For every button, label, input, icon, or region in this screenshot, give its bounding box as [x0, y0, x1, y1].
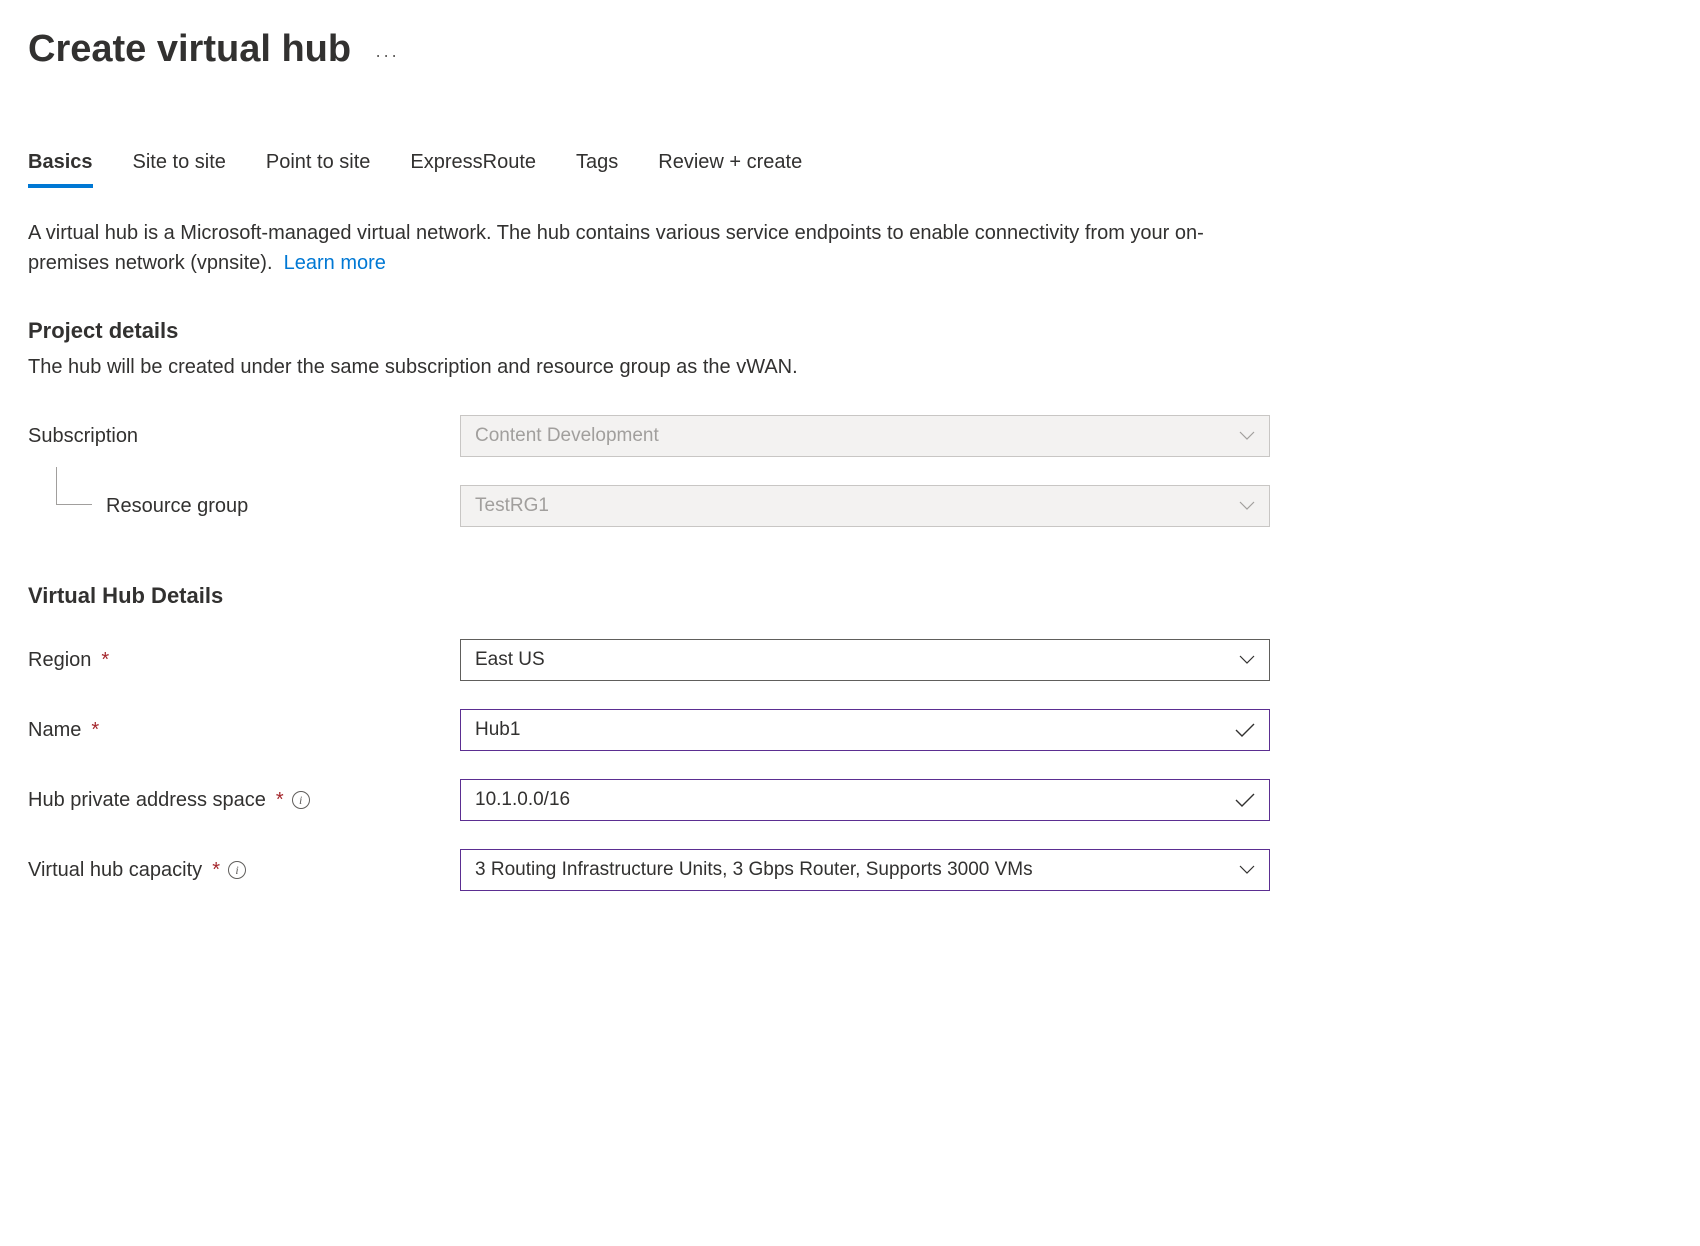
project-details-subtext: The hub will be created under the same s… [28, 356, 1672, 379]
tree-connector-icon [56, 467, 92, 505]
capacity-select[interactable]: 3 Routing Infrastructure Units, 3 Gbps R… [460, 849, 1270, 891]
tab-bar: Basics Site to site Point to site Expres… [28, 151, 1672, 188]
subscription-label: Subscription [28, 425, 460, 448]
subscription-select: Content Development [460, 415, 1270, 457]
info-icon[interactable]: i [228, 861, 246, 879]
address-space-label: Hub private address space* i [28, 789, 460, 812]
project-details-heading: Project details [28, 318, 1672, 344]
chevron-down-icon [1239, 655, 1255, 665]
tab-point-to-site[interactable]: Point to site [266, 151, 371, 188]
required-indicator: * [91, 719, 99, 742]
info-icon[interactable]: i [292, 791, 310, 809]
capacity-label: Virtual hub capacity* i [28, 859, 460, 882]
resource-group-label: Resource group [28, 495, 460, 518]
learn-more-link[interactable]: Learn more [284, 252, 386, 274]
tab-basics[interactable]: Basics [28, 151, 93, 188]
name-input[interactable]: Hub1 [460, 709, 1270, 751]
checkmark-icon [1235, 723, 1255, 737]
required-indicator: * [276, 789, 284, 812]
required-indicator: * [212, 859, 220, 882]
region-label: Region* [28, 649, 460, 672]
required-indicator: * [101, 649, 109, 672]
tab-review-create[interactable]: Review + create [658, 151, 802, 188]
page-title: Create virtual hub [28, 28, 351, 71]
resource-group-select: TestRG1 [460, 485, 1270, 527]
name-label: Name* [28, 719, 460, 742]
region-select[interactable]: East US [460, 639, 1270, 681]
tab-tags[interactable]: Tags [576, 151, 618, 188]
checkmark-icon [1235, 793, 1255, 807]
address-space-input[interactable]: 10.1.0.0/16 [460, 779, 1270, 821]
tab-description: A virtual hub is a Microsoft-managed vir… [28, 218, 1278, 278]
virtual-hub-details-heading: Virtual Hub Details [28, 583, 1672, 609]
chevron-down-icon [1239, 431, 1255, 441]
tab-site-to-site[interactable]: Site to site [133, 151, 226, 188]
chevron-down-icon [1239, 865, 1255, 875]
more-icon[interactable]: ··· [375, 45, 399, 66]
tab-expressroute[interactable]: ExpressRoute [410, 151, 536, 188]
chevron-down-icon [1239, 501, 1255, 511]
